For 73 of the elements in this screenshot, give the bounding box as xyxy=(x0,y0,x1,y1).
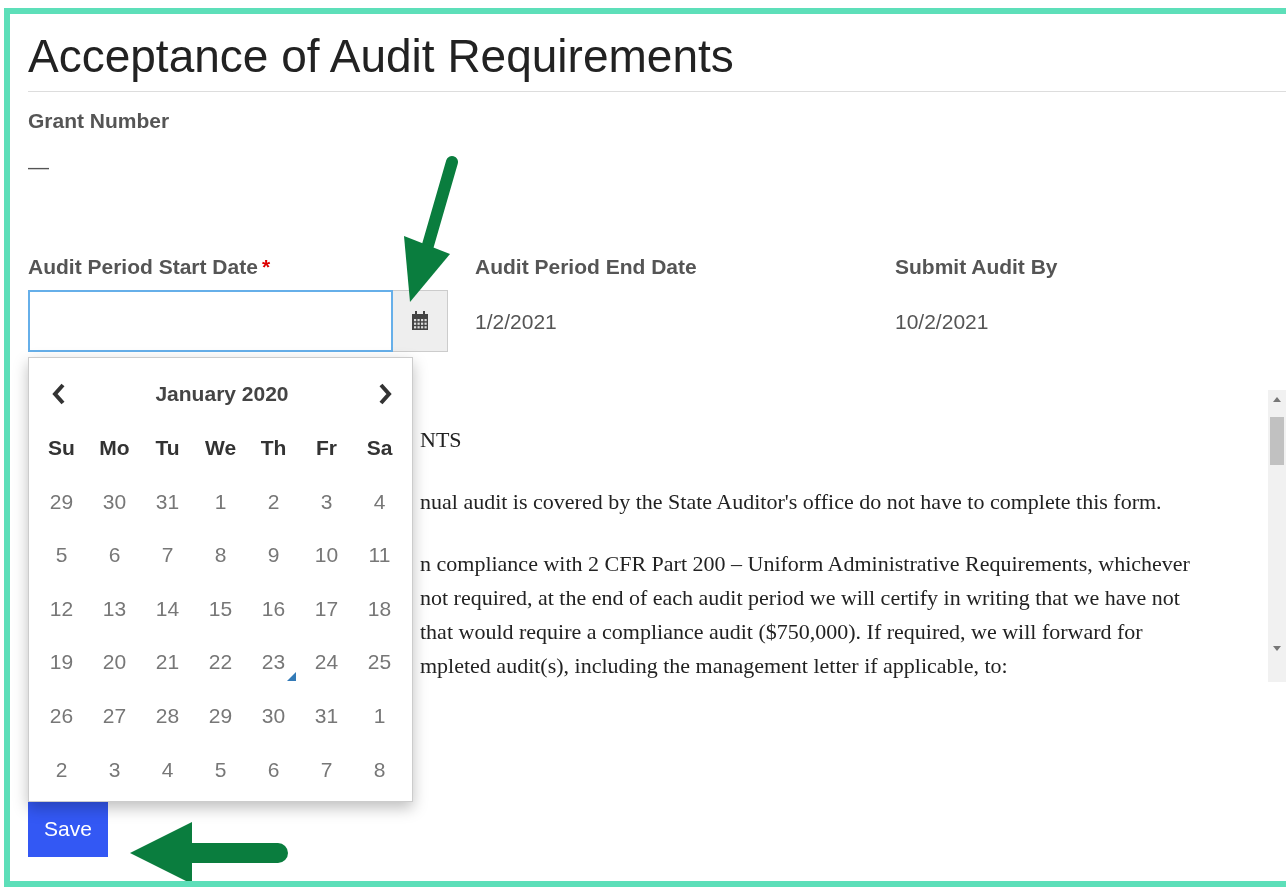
field-label: Submit Audit By xyxy=(895,253,1058,280)
day-cell[interactable]: 3 xyxy=(320,485,333,518)
day-cell[interactable]: 8 xyxy=(373,753,386,785)
day-cell[interactable]: 1 xyxy=(373,699,386,732)
statement-text: nual audit is covered by the State Auditor's office do not have to complete this form. xyxy=(420,487,1162,516)
field-label: Audit Period End Date xyxy=(475,253,697,280)
field-label: Audit Period Start Date xyxy=(28,253,258,280)
weekday-label: Sa xyxy=(365,434,394,461)
day-cell[interactable]: 10 xyxy=(314,539,339,571)
day-cell[interactable]: 11 xyxy=(368,539,391,571)
day-cell[interactable]: 27 xyxy=(102,699,127,732)
scrollbar[interactable] xyxy=(1268,389,1286,682)
day-cell[interactable]: 6 xyxy=(108,539,121,571)
day-cell[interactable]: 19 xyxy=(49,646,74,678)
day-cell[interactable]: 29 xyxy=(208,699,233,732)
chevron-right-icon[interactable] xyxy=(379,382,393,405)
day-cell[interactable]: 30 xyxy=(102,485,127,518)
day-cell[interactable]: 18 xyxy=(367,592,392,625)
day-cell[interactable]: 21 xyxy=(155,646,180,678)
day-cell[interactable]: 4 xyxy=(373,485,386,518)
day-cell[interactable]: 13 xyxy=(102,592,127,625)
weekday-label: Th xyxy=(259,434,288,461)
weekday-label: Su xyxy=(47,434,76,461)
day-cell[interactable]: 6 xyxy=(267,753,280,785)
calendar-icon xyxy=(411,310,429,331)
day-cell[interactable]: 25 xyxy=(367,646,392,678)
weekday-label: Fr xyxy=(315,434,338,461)
day-cell[interactable]: 5 xyxy=(55,539,68,571)
day-cell[interactable]: 4 xyxy=(161,753,174,785)
required-mark: * xyxy=(261,253,271,280)
page-title: Acceptance of Audit Requirements xyxy=(28,29,735,83)
statement-text: that would require a compliance audit ($750,000). If required, we will forward for xyxy=(420,617,1143,646)
day-cell[interactable]: 14 xyxy=(155,592,180,625)
statement-text: NTS xyxy=(420,425,462,454)
day-cell[interactable]: 23 xyxy=(261,646,286,678)
day-cell[interactable]: 7 xyxy=(161,539,174,571)
weekday-label: Tu xyxy=(154,434,181,461)
field-value: 1/2/2021 xyxy=(475,308,558,335)
month-title[interactable]: January 2020 xyxy=(155,378,289,410)
field-label: Grant Number xyxy=(28,107,170,134)
day-cell[interactable]: 5 xyxy=(214,753,227,785)
day-cell[interactable]: 28 xyxy=(155,699,180,732)
day-cell[interactable]: 16 xyxy=(261,592,286,625)
day-cell[interactable]: 17 xyxy=(314,592,339,625)
day-cell[interactable]: 7 xyxy=(320,753,333,785)
day-cell[interactable]: 24 xyxy=(314,646,339,678)
field-value: — xyxy=(28,153,50,180)
day-cell[interactable]: 2 xyxy=(267,485,280,518)
day-cell[interactable]: 20 xyxy=(102,646,127,678)
statement-text: n compliance with 2 CFR Part 200 – Uniform Administrative Requirements, whichever xyxy=(420,549,1190,578)
day-cell[interactable]: 1 xyxy=(214,485,227,518)
chevron-left-icon[interactable] xyxy=(51,382,65,405)
weekday-label: We xyxy=(203,434,238,461)
day-cell[interactable]: 22 xyxy=(208,646,233,678)
day-cell[interactable]: 29 xyxy=(49,485,74,518)
date-field[interactable] xyxy=(28,289,393,352)
day-cell[interactable]: 3 xyxy=(108,753,121,785)
field-value: 10/2/2021 xyxy=(895,308,990,335)
statement-text: mpleted audit(s), including the management letter if applicable, to: xyxy=(420,651,1008,680)
day-cell[interactable]: 31 xyxy=(155,485,180,518)
day-cell[interactable]: 15 xyxy=(208,592,233,625)
day-cell[interactable]: 26 xyxy=(49,699,74,732)
calendar-button[interactable] xyxy=(393,289,448,352)
day-cell[interactable]: 12 xyxy=(49,592,74,625)
day-cell[interactable]: 30 xyxy=(261,699,286,732)
weekday-label: Mo xyxy=(98,434,131,461)
day-cell[interactable]: 9 xyxy=(267,539,280,571)
day-cell[interactable]: 31 xyxy=(314,699,339,732)
day-cell[interactable]: 8 xyxy=(214,539,227,571)
statement-text: not required, at the end of each audit period we will certify in writing that we have not xyxy=(420,583,1180,612)
day-cell[interactable]: 2 xyxy=(55,753,68,785)
today-marker xyxy=(287,671,296,681)
save-button[interactable]: Save xyxy=(28,799,108,857)
